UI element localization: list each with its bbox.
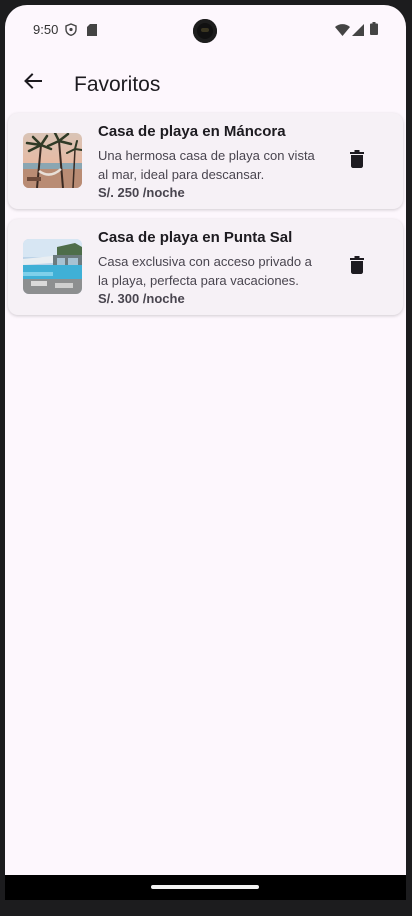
status-bar: 9:50 [5,5,406,55]
back-button[interactable] [19,69,47,97]
property-title: Casa de playa en Máncora [98,123,286,140]
screen: 9:50 Favoritos Casa de playa en Máncora … [5,5,406,900]
property-description: Casa exclusiva con acceso privado a la p… [98,254,312,288]
arrow-back-icon [23,71,43,96]
device-frame: 9:50 Favoritos Casa de playa en Máncora … [0,0,412,916]
trash-icon [350,149,364,173]
delete-button[interactable] [345,255,369,279]
home-gesture-handle[interactable] [151,885,259,889]
sd-card-icon [87,23,97,41]
app-bar: Favoritos [5,55,406,111]
property-price: S/. 250 /noche [98,185,185,200]
favorites-list: Casa de playa en Máncora Una hermosa cas… [8,113,403,325]
battery-icon [370,22,378,40]
page-title: Favoritos [74,73,161,96]
front-camera [193,19,217,43]
property-description: Una hermosa casa de playa con vista al m… [98,148,315,182]
navigation-bar [5,875,406,900]
favorite-card[interactable]: Casa de playa en Máncora Una hermosa cas… [8,113,403,209]
trash-icon [350,255,364,279]
shield-icon [65,23,77,41]
signal-icon [352,23,364,41]
property-image [23,239,82,294]
status-time: 9:50 [33,22,59,37]
favorite-card[interactable]: Casa de playa en Punta Sal Casa exclusiv… [8,219,403,315]
wifi-icon [335,23,350,41]
property-title: Casa de playa en Punta Sal [98,229,293,246]
property-price: S/. 300 /noche [98,291,185,306]
property-image [23,133,82,188]
delete-button[interactable] [345,149,369,173]
